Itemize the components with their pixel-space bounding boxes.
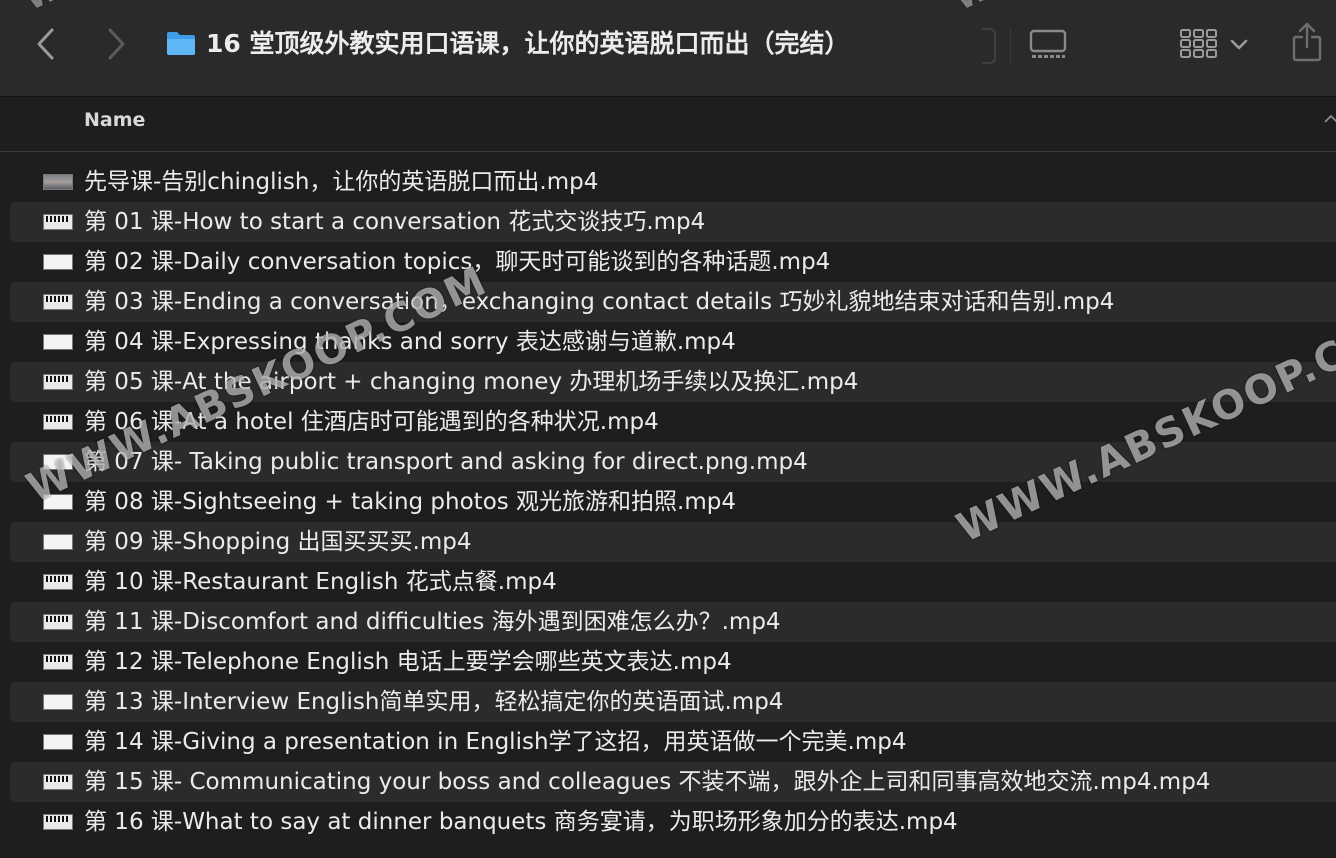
file-name: 第 03 课-Ending a conversation，exchanging … <box>84 289 1115 315</box>
file-row[interactable]: 第 05 课-At the airport + changing money 办… <box>10 362 1336 402</box>
back-button[interactable] <box>28 24 62 64</box>
grid-view-icon <box>1180 29 1217 58</box>
gallery-view-icon <box>1029 29 1067 58</box>
video-thumbnail-icon <box>43 534 73 550</box>
view-options-button[interactable] <box>1178 26 1250 62</box>
sort-ascending-icon <box>1324 114 1336 123</box>
finder-window: 16 堂顶级外教实用口语课，让你的英语脱口而出（完结） Name 先导课-告别c… <box>0 0 1336 858</box>
file-name: 先导课-告别chinglish，让你的英语脱口而出.mp4 <box>84 169 599 195</box>
file-list: 先导课-告别chinglish，让你的英语脱口而出.mp4 第 01 课-How … <box>0 162 1336 842</box>
file-row[interactable]: 第 08 课-Sightseeing + taking photos 观光旅游和… <box>10 482 1336 522</box>
video-thumbnail-icon <box>43 254 73 270</box>
video-thumbnail-icon <box>43 454 73 470</box>
toolbar: 16 堂顶级外教实用口语课，让你的英语脱口而出（完结） <box>0 0 1336 97</box>
gallery-view-button[interactable] <box>1026 26 1070 62</box>
toolbar-divider <box>1010 28 1011 62</box>
video-thumbnail-icon <box>43 174 73 190</box>
video-thumbnail-icon <box>43 214 73 230</box>
chevron-right-icon <box>108 28 125 60</box>
file-row[interactable]: 第 04 课-Expressing thanks and sorry 表达感谢与… <box>10 322 1336 362</box>
file-name: 第 15 课- Communicating your boss and coll… <box>84 769 1211 795</box>
chevron-left-icon <box>37 28 54 60</box>
column-header: Name <box>0 97 1336 152</box>
video-thumbnail-icon <box>43 614 73 630</box>
file-row[interactable]: 第 15 课- Communicating your boss and coll… <box>10 762 1336 802</box>
video-thumbnail-icon <box>43 494 73 510</box>
video-thumbnail-icon <box>43 294 73 310</box>
file-row[interactable]: 第 16 课-What to say at dinner banquets 商务… <box>10 802 1336 842</box>
file-name: 第 12 课-Telephone English 电话上要学会哪些英文表达.mp… <box>84 649 732 675</box>
file-row[interactable]: 第 06 课-At a hotel 住酒店时可能遇到的各种状况.mp4 <box>10 402 1336 442</box>
file-name: 第 07 课- Taking public transport and aski… <box>84 449 808 475</box>
file-name: 第 11 课-Discomfort and difficulties 海外遇到困… <box>84 609 781 635</box>
file-row[interactable]: 第 14 课-Giving a presentation in English学… <box>10 722 1336 762</box>
chevron-down-icon <box>1230 39 1248 50</box>
name-column-header[interactable]: Name <box>84 109 145 131</box>
forward-button[interactable] <box>100 24 134 64</box>
folder-icon <box>167 32 195 55</box>
file-row[interactable]: 第 10 课-Restaurant English 花式点餐.mp4 <box>10 562 1336 602</box>
file-row[interactable]: 第 02 课-Daily conversation topics，聊天时可能谈到… <box>10 242 1336 282</box>
file-name: 第 06 课-At a hotel 住酒店时可能遇到的各种状况.mp4 <box>84 409 659 435</box>
file-row[interactable]: 先导课-告别chinglish，让你的英语脱口而出.mp4 <box>10 162 1336 202</box>
file-name: 第 05 课-At the airport + changing money 办… <box>84 369 859 395</box>
file-row[interactable]: 第 13 课-Interview English简单实用，轻松搞定你的英语面试.… <box>10 682 1336 722</box>
video-thumbnail-icon <box>43 654 73 670</box>
video-thumbnail-icon <box>43 774 73 790</box>
file-row[interactable]: 第 03 课-Ending a conversation，exchanging … <box>10 282 1336 322</box>
window-title: 16 堂顶级外教实用口语课，让你的英语脱口而出（完结） <box>206 29 850 58</box>
title-overflow-edge <box>982 28 996 64</box>
file-name: 第 04 课-Expressing thanks and sorry 表达感谢与… <box>84 329 736 355</box>
file-name: 第 09 课-Shopping 出国买买买.mp4 <box>84 529 472 555</box>
file-row[interactable]: 第 09 课-Shopping 出国买买买.mp4 <box>10 522 1336 562</box>
file-row[interactable]: 第 01 课-How to start a conversation 花式交谈技… <box>10 202 1336 242</box>
video-thumbnail-icon <box>43 334 73 350</box>
file-name: 第 14 课-Giving a presentation in English学… <box>84 729 907 755</box>
file-row[interactable]: 第 11 课-Discomfort and difficulties 海外遇到困… <box>10 602 1336 642</box>
file-name: 第 02 课-Daily conversation topics，聊天时可能谈到… <box>84 249 831 275</box>
video-thumbnail-icon <box>43 414 73 430</box>
share-button[interactable] <box>1290 20 1324 64</box>
video-thumbnail-icon <box>43 574 73 590</box>
file-name: 第 08 课-Sightseeing + taking photos 观光旅游和… <box>84 489 737 515</box>
file-row[interactable]: 第 07 课- Taking public transport and aski… <box>10 442 1336 482</box>
video-thumbnail-icon <box>43 734 73 750</box>
file-name: 第 13 课-Interview English简单实用，轻松搞定你的英语面试.… <box>84 689 784 715</box>
file-name: 第 16 课-What to say at dinner banquets 商务… <box>84 809 958 835</box>
file-name: 第 10 课-Restaurant English 花式点餐.mp4 <box>84 569 557 595</box>
share-icon <box>1292 22 1322 62</box>
video-thumbnail-icon <box>43 374 73 390</box>
file-name: 第 01 课-How to start a conversation 花式交谈技… <box>84 209 706 235</box>
video-thumbnail-icon <box>43 814 73 830</box>
file-row[interactable]: 第 12 课-Telephone English 电话上要学会哪些英文表达.mp… <box>10 642 1336 682</box>
video-thumbnail-icon <box>43 694 73 710</box>
